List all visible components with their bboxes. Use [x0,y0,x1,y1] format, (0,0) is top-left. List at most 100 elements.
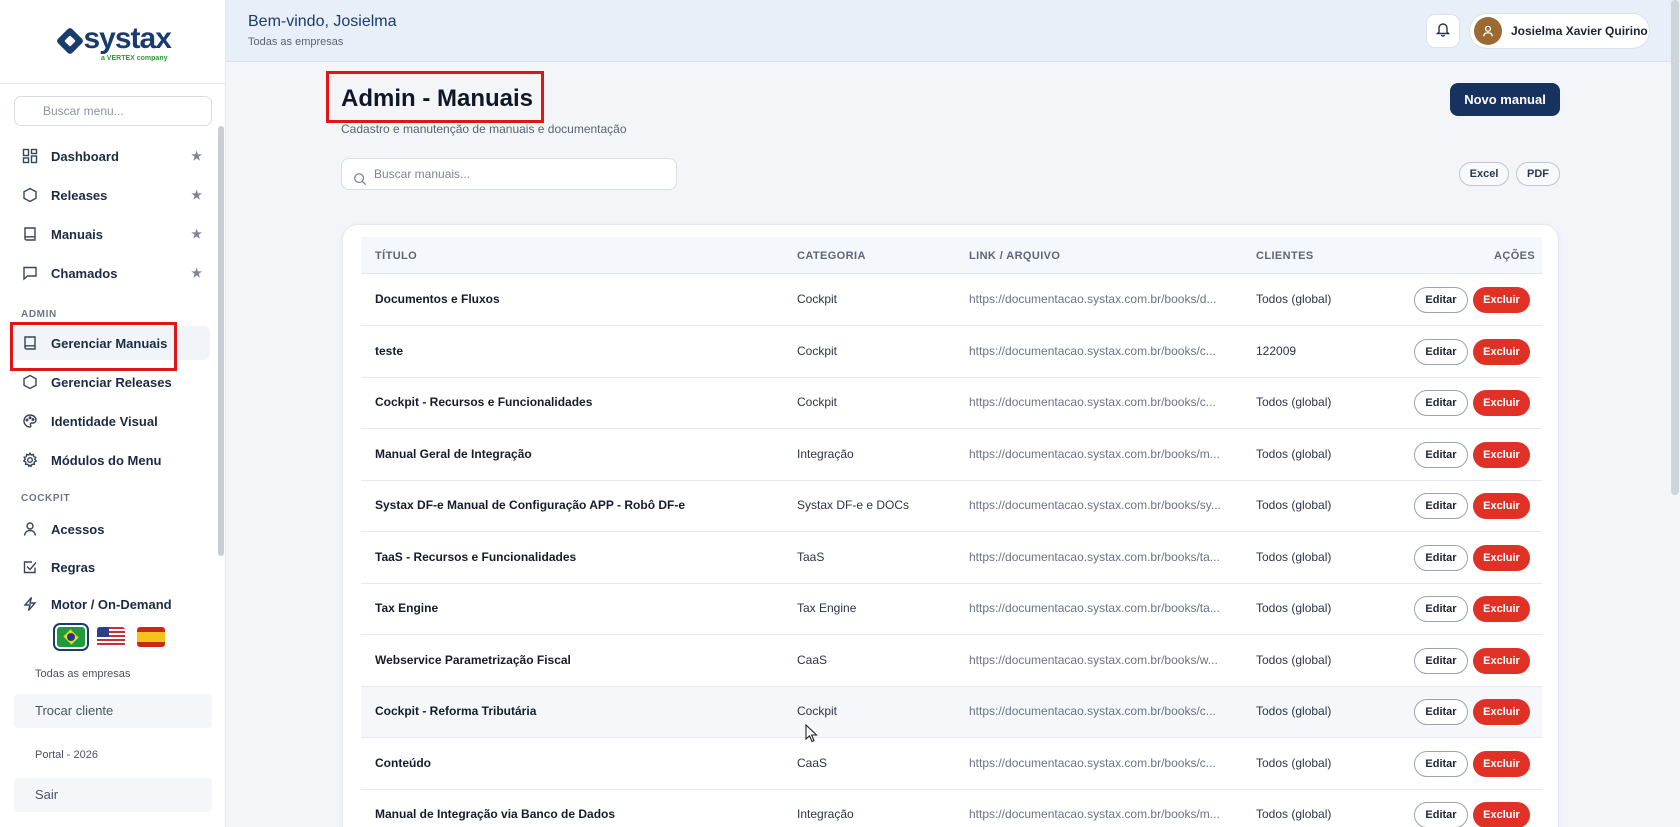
delete-button[interactable]: Excluir [1473,493,1530,519]
user-name: Josielma Xavier Quirino [1511,24,1648,38]
table-row[interactable]: Documentos e Fluxos Cockpit https://docume… [361,275,1542,326]
welcome-message: Bem-vindo, Josielma [248,13,397,30]
logo-word: systax [83,21,172,55]
manual-category: CaaS [797,652,828,667]
manual-link[interactable]: https://documentacao.systax.com.br/books… [969,344,1216,358]
export-pdf-button[interactable]: PDF [1516,162,1560,186]
delete-button[interactable]: Excluir [1473,338,1530,365]
star-icon[interactable]: ★ [191,149,202,163]
manual-link[interactable]: https://documentacao.systax.com.br/books… [969,550,1220,564]
manual-link[interactable]: https://documentacao.systax.com.br/books… [969,756,1216,770]
hexagon-icon [22,374,38,390]
edit-button[interactable]: Editar [1414,287,1468,313]
section-cockpit: COCKPIT [21,493,71,504]
header-title: TÍTULO [375,250,418,262]
table-row[interactable]: Conteúdo CaaS https://documentacao.systax.… [361,739,1542,790]
notifications-button[interactable] [1426,14,1460,48]
chat-icon [22,265,38,281]
new-manual-button[interactable]: Novo manual [1450,83,1560,116]
manual-link[interactable]: https://documentacao.systax.com.br/books… [969,447,1220,461]
bell-icon [1435,21,1451,42]
user-menu[interactable]: Josielma Xavier Quirino [1469,13,1650,49]
switch-client-button[interactable]: Trocar cliente [14,694,212,728]
edit-button[interactable]: Editar [1414,802,1468,827]
sidebar-scrollbar[interactable] [218,126,224,556]
delete-button[interactable]: Excluir [1473,750,1530,777]
manual-category: Systax DF-e e DOCs [797,498,910,512]
delete-button[interactable]: Excluir [1473,699,1530,725]
manual-title: TaaS - Recursos e Funcionalidades [375,549,577,564]
edit-button[interactable]: Editar [1414,647,1468,674]
sidebar-item-manuais[interactable]: Manuais ★ [12,217,210,251]
manual-link[interactable]: https://documentacao.systax.com.br/books… [969,395,1216,409]
highlight-page-title [326,71,544,123]
sidebar-item-chamados[interactable]: Chamados ★ [12,256,210,290]
dashboard-icon [22,148,38,164]
edit-button[interactable]: Editar [1414,699,1468,725]
flag-usa-icon[interactable] [97,627,125,647]
table-row[interactable]: Tax Engine Tax Engine https://documentacao… [361,584,1542,635]
export-excel-button[interactable]: Excel [1459,162,1509,186]
sidebar-item-acessos[interactable]: Acessos [12,512,210,546]
page-scrollbar[interactable] [1671,0,1679,495]
table-row[interactable]: TaaS - Recursos e Funcionalidades TaaS htt… [361,533,1542,584]
star-icon[interactable]: ★ [191,188,202,202]
sidebar-item-label: Manuais [51,226,104,242]
menu-search-input[interactable]: Buscar menu... [14,96,212,126]
table-row[interactable]: Manual Geral de Integração Integração http… [361,430,1542,481]
portal-year: Portal - 2026 [35,749,98,761]
delete-button[interactable]: Excluir [1473,647,1530,674]
flag-spain-icon[interactable] [137,627,165,647]
table-row[interactable]: Cockpit - Recursos e Funcionalidades Cock… [361,378,1542,429]
delete-button[interactable]: Excluir [1473,802,1530,827]
manual-title: Documentos e Fluxos [375,292,500,306]
sidebar-item-identidade-visual[interactable]: Identidade Visual [12,404,210,438]
sidebar-item-releases[interactable]: Releases ★ [12,178,210,212]
manual-category: Integração [797,446,854,461]
delete-button[interactable]: Excluir [1473,596,1530,622]
logo-mark-icon [55,26,84,55]
manual-link[interactable]: https://documentacao.systax.com.br/books… [969,601,1220,615]
manual-link[interactable]: https://documentacao.systax.com.br/books… [969,292,1216,306]
sidebar-item-dashboard[interactable]: Dashboard ★ [12,139,210,173]
sidebar-item-label: Dashboard [51,148,119,164]
edit-button[interactable]: Editar [1414,596,1468,622]
sidebar-item-regras[interactable]: Regras [12,550,210,584]
table-row[interactable]: teste Cockpit https://documentacao.systax.… [361,327,1542,378]
delete-button[interactable]: Excluir [1473,544,1530,571]
star-icon[interactable]: ★ [191,227,202,241]
manual-clients: Todos (global) [1256,601,1332,615]
page-subtitle: Cadastro e manutenção de manuais e docum… [341,122,627,136]
table-row[interactable]: Systax DF-e Manual de Configuração APP -… [361,481,1542,532]
manual-clients: Todos (global) [1256,652,1332,667]
delete-button[interactable]: Excluir [1473,390,1530,416]
edit-button[interactable]: Editar [1414,338,1468,365]
table-row[interactable]: Webservice Parametrização Fiscal CaaS http… [361,636,1542,687]
edit-button[interactable]: Editar [1414,544,1468,571]
flag-brazil-icon[interactable] [53,623,89,651]
edit-button[interactable]: Editar [1414,390,1468,416]
delete-button[interactable]: Excluir [1473,441,1530,468]
star-icon[interactable]: ★ [191,266,202,280]
edit-button[interactable]: Editar [1414,493,1468,519]
edit-button[interactable]: Editar [1414,750,1468,777]
bolt-icon [22,596,38,612]
manual-title: Conteúdo [375,755,431,770]
sidebar-item-modulos-menu[interactable]: Módulos do Menu [12,443,210,477]
manual-category: Cockpit [797,343,838,358]
table-header: TÍTULO CATEGORIA LINK / ARQUIVO CLIENTES… [361,237,1542,274]
manual-link[interactable]: https://documentacao.systax.com.br/books… [969,498,1221,512]
header-actions: AÇÕES [1494,250,1536,262]
table-row[interactable]: Manual de Integração via Banco de Dados I… [361,790,1542,827]
manuals-search-input[interactable]: Buscar manuais... [341,158,677,190]
logout-button[interactable]: Sair [14,778,212,812]
table-row[interactable]: Cockpit - Reforma Tributária Cockpit https… [361,687,1542,738]
manual-link[interactable]: https://documentacao.systax.com.br/books… [969,807,1220,821]
manual-clients: Todos (global) [1256,755,1332,770]
manual-link[interactable]: https://documentacao.systax.com.br/books… [969,704,1216,718]
sidebar-item-motor-on-demand[interactable]: Motor / On-Demand [12,587,210,619]
manual-link[interactable]: https://documentacao.systax.com.br/books… [969,653,1218,667]
logo[interactable]: systax a VERTEX company [0,0,225,84]
delete-button[interactable]: Excluir [1473,287,1530,313]
edit-button[interactable]: Editar [1414,441,1468,468]
